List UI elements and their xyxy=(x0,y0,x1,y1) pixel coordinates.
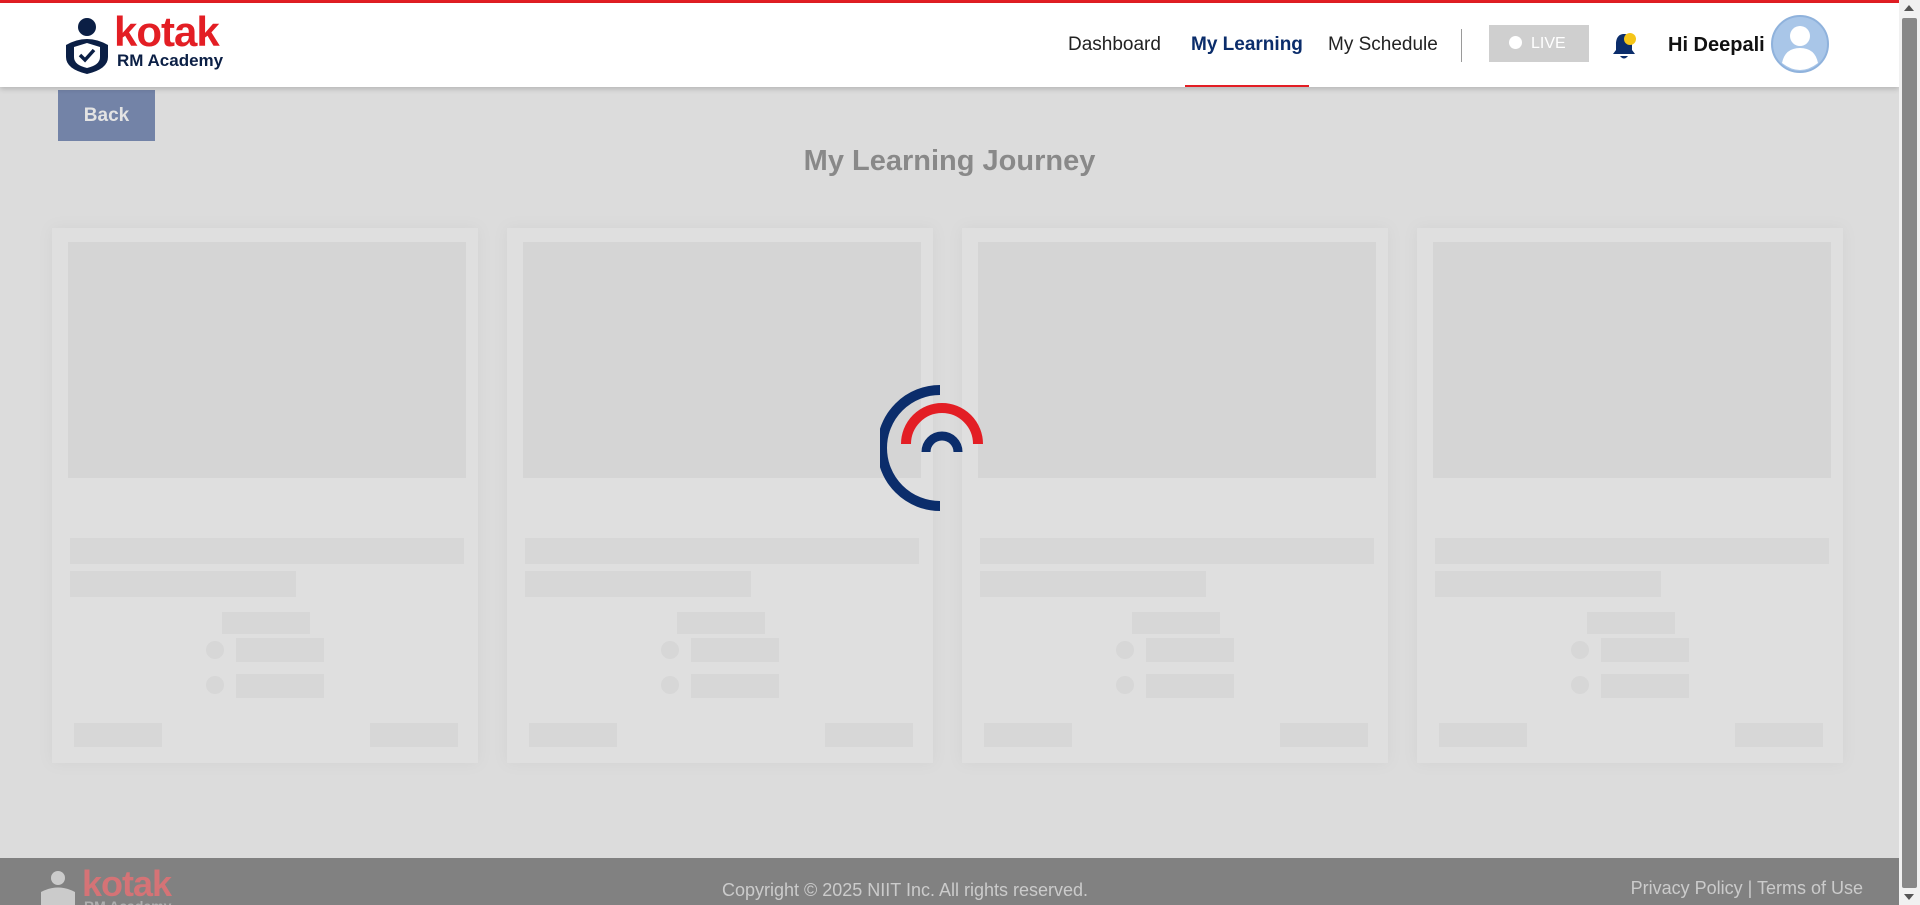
vertical-scrollbar[interactable] xyxy=(1899,0,1920,905)
user-greeting: Hi Deepali xyxy=(1668,34,1765,56)
bell-icon[interactable] xyxy=(1610,31,1638,61)
loading-spinner-icon xyxy=(880,385,983,511)
user-avatar-icon[interactable] xyxy=(1771,15,1829,73)
scroll-down-arrow-icon[interactable] xyxy=(1904,894,1914,900)
scrollbar-thumb[interactable] xyxy=(1902,18,1917,888)
logo-brand-text: kotak xyxy=(114,8,220,55)
live-label: LIVE xyxy=(1531,35,1566,52)
live-button[interactable]: LIVE xyxy=(1489,25,1589,62)
nav-dashboard[interactable]: Dashboard xyxy=(1068,3,1161,87)
nav-my-learning[interactable]: My Learning xyxy=(1185,3,1309,87)
logo-subtitle: RM Academy xyxy=(117,51,224,70)
logo-mark-icon xyxy=(66,18,108,74)
scroll-up-arrow-icon[interactable] xyxy=(1904,5,1914,11)
kotak-logo[interactable]: kotak RM Academy xyxy=(62,11,232,77)
top-header: kotak RM Academy Dashboard My Learning M… xyxy=(0,3,1899,87)
nav-my-schedule[interactable]: My Schedule xyxy=(1328,3,1438,87)
nav-divider xyxy=(1461,29,1462,62)
live-dot-icon xyxy=(1509,36,1522,49)
